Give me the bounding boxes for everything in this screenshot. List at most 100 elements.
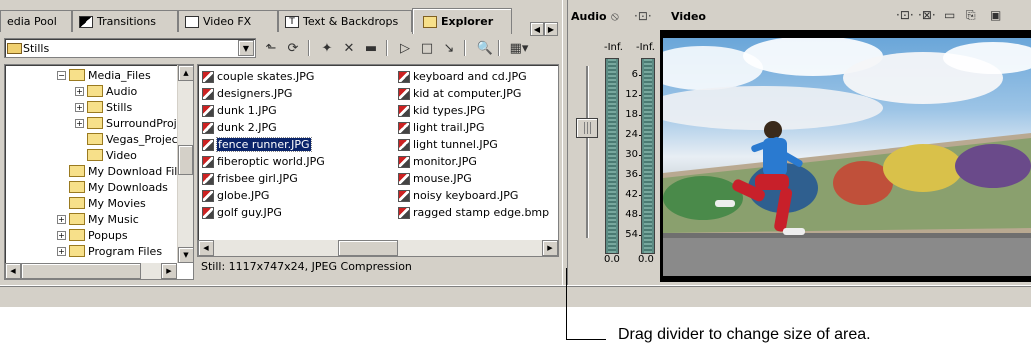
tree-item[interactable]: My Downloads (69, 179, 168, 195)
file-item[interactable]: kid at computer.JPG (398, 85, 521, 102)
file-item[interactable]: light tunnel.JPG (398, 136, 498, 153)
expand-icon[interactable]: + (75, 118, 84, 128)
save-snapshot-icon[interactable]: ▣ (990, 8, 1001, 22)
file-item[interactable]: ragged stamp edge.bmp (398, 204, 549, 221)
file-item[interactable]: globe.JPG (202, 187, 269, 204)
tab-scroll-left-button[interactable]: ◀ (530, 22, 544, 36)
tree-item[interactable]: + My Music (57, 211, 139, 227)
image-file-icon (202, 155, 214, 168)
image-file-icon (202, 104, 214, 117)
arrow-right-icon: ▶ (547, 24, 555, 34)
delete-icon: ✕ (343, 40, 355, 56)
folder-icon (69, 229, 85, 241)
audio-fader-knob[interactable] (576, 118, 598, 138)
path-combobox[interactable]: Stills ▼ (4, 38, 256, 58)
tree-item-label: Popups (88, 228, 128, 242)
scroll-thumb[interactable] (338, 240, 398, 256)
scroll-thumb[interactable] (178, 145, 193, 175)
scroll-right-button[interactable]: ▶ (161, 263, 177, 279)
scroll-down-button[interactable]: ▼ (178, 247, 193, 263)
tab-transitions[interactable]: Transitions (72, 10, 178, 32)
file-item[interactable]: monitor.JPG (398, 153, 477, 170)
tree-item[interactable]: + Program Files (57, 243, 162, 259)
tab-media-pool[interactable]: edia Pool (0, 10, 72, 32)
tree-horizontal-scrollbar[interactable]: ◀ ▶ (5, 263, 177, 279)
views-icon: ▦▾ (509, 40, 529, 56)
tree-item[interactable]: Video (87, 147, 137, 163)
video-title: Video (671, 10, 706, 23)
scroll-right-button[interactable]: ▶ (542, 240, 558, 256)
divider-callout-text: Drag divider to change size of area. (618, 326, 871, 343)
file-name: light tunnel.JPG (413, 138, 498, 151)
tree-item-label: Vegas_Projec (106, 132, 178, 146)
file-item-selected[interactable]: fence runner.JPG (202, 136, 312, 153)
file-item[interactable]: noisy keyboard.JPG (398, 187, 518, 204)
folder-icon (69, 181, 85, 193)
expand-icon[interactable]: + (75, 102, 84, 112)
audio-meter-left (605, 58, 619, 254)
file-item[interactable]: light trail.JPG (398, 119, 484, 136)
window-divider[interactable] (562, 0, 568, 285)
delete-button[interactable]: ✕ (340, 39, 358, 57)
up-one-level-button[interactable]: ⬑ (262, 39, 280, 57)
file-item[interactable]: dunk 1.JPG (202, 102, 277, 119)
split-screen-icon[interactable]: ·⊠· (918, 8, 936, 22)
file-name: globe.JPG (217, 189, 270, 202)
folder-tree[interactable]: − Media_Files + Audio + Stills + Surroun… (4, 64, 194, 280)
image-file-icon (202, 87, 214, 100)
chevron-down-icon[interactable]: ▼ (238, 40, 254, 56)
scroll-left-button[interactable]: ◀ (5, 263, 21, 279)
file-name: monitor.JPG (413, 155, 477, 168)
mute-icon[interactable]: ⦸ (611, 9, 619, 24)
external-monitor-icon[interactable]: ▭ (944, 8, 955, 22)
tree-item[interactable]: + Stills (75, 99, 132, 115)
tab-explorer[interactable]: Explorer (412, 8, 512, 34)
expand-icon[interactable]: + (57, 214, 66, 224)
tab-text-backdrops[interactable]: T Text & Backdrops (278, 10, 412, 32)
file-item[interactable]: mouse.JPG (398, 170, 472, 187)
file-name: ragged stamp edge.bmp (413, 206, 550, 219)
meter-scale: 6 12 18 24 30 36 42 48 54 (620, 58, 642, 254)
expand-icon[interactable]: + (75, 86, 84, 96)
tree-item[interactable]: − Media_Files (57, 67, 151, 83)
tree-item[interactable]: My Download File (69, 163, 184, 179)
file-item[interactable]: fiberoptic world.JPG (202, 153, 325, 170)
collapse-icon[interactable]: − (57, 70, 66, 80)
auto-preview-button[interactable]: ↘ (440, 39, 458, 57)
toolbar-separator (498, 40, 500, 56)
expand-icon[interactable]: + (57, 246, 66, 256)
tab-scroll-right-button[interactable]: ▶ (544, 22, 558, 36)
tab-video-fx[interactable]: Video FX (178, 10, 278, 32)
file-item[interactable]: golf guy.JPG (202, 204, 282, 221)
file-item[interactable]: couple skates.JPG (202, 68, 314, 85)
file-list[interactable]: couple skates.JPG designers.JPG dunk 1.J… (197, 64, 559, 257)
file-name: golf guy.JPG (217, 206, 282, 219)
file-item[interactable]: designers.JPG (202, 85, 292, 102)
stop-preview-button[interactable]: □ (418, 39, 436, 57)
tree-item[interactable]: Vegas_Projec (87, 131, 178, 147)
file-item[interactable]: keyboard and cd.JPG (398, 68, 527, 85)
file-item[interactable]: kid types.JPG (398, 102, 485, 119)
file-item[interactable]: frisbee girl.JPG (202, 170, 298, 187)
views-dropdown-button[interactable]: ▦▾ (506, 39, 532, 57)
start-preview-button[interactable]: ▷ (396, 39, 414, 57)
get-media-web-button[interactable]: 🔍 (476, 39, 494, 57)
tree-item[interactable]: + Audio (75, 83, 137, 99)
refresh-button[interactable]: ⟳ (284, 39, 302, 57)
file-item[interactable]: dunk 2.JPG (202, 119, 277, 136)
expand-icon[interactable]: + (57, 230, 66, 240)
folder-icon (87, 117, 103, 129)
scroll-up-button[interactable]: ▲ (178, 65, 193, 81)
scroll-left-button[interactable]: ◀ (198, 240, 214, 256)
tree-vertical-scrollbar[interactable]: ▲ ▼ (177, 65, 193, 263)
copy-snapshot-icon[interactable]: ⎘ (966, 8, 976, 23)
tree-item[interactable]: + SurroundProj (75, 115, 177, 131)
tree-item[interactable]: + Popups (57, 227, 128, 243)
scroll-thumb[interactable] (21, 263, 141, 279)
file-list-horizontal-scrollbar[interactable]: ◀ ▶ (198, 240, 558, 256)
video-output-icon[interactable]: ·⊡· (896, 8, 914, 22)
audio-properties-icon[interactable]: ·⊡· (634, 9, 652, 23)
tree-item[interactable]: My Movies (69, 195, 146, 211)
add-to-project-button[interactable]: ▬ (362, 39, 380, 57)
new-folder-button[interactable]: ✦ (318, 39, 336, 57)
